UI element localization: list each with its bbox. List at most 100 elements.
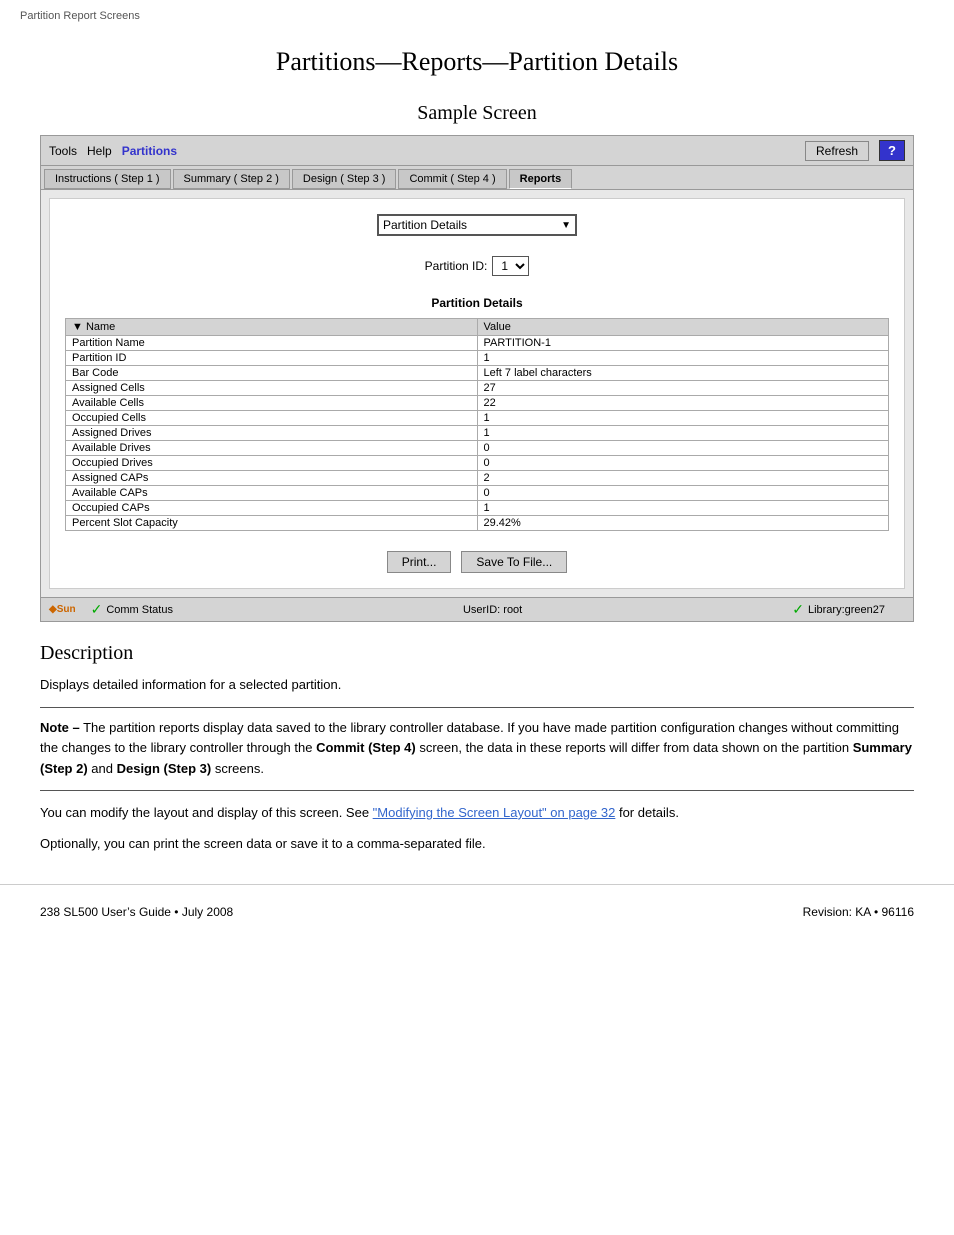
note-text-2: screen, the data in these reports will d… [416,740,853,755]
table-row: Available CAPs0 [66,486,889,501]
tab-commit[interactable]: Commit ( Step 4 ) [398,169,506,189]
note-end: screens. [211,761,264,776]
table-row: Bar CodeLeft 7 label characters [66,366,889,381]
modify-layout-link[interactable]: "Modifying the Screen Layout" on page 32 [373,805,616,820]
modify-end: for details. [615,805,679,820]
table-cell-value: 0 [477,441,889,456]
library-status: ✓ Library:green27 [792,601,885,618]
table-cell-value: 1 [477,411,889,426]
comm-status-icon: ✓ [91,601,103,618]
page-title: Partitions—Reports—Partition Details [0,47,954,77]
table-row: Partition NamePARTITION-1 [66,336,889,351]
tab-instructions[interactable]: Instructions ( Step 1 ) [44,169,171,189]
table-row: Available Cells22 [66,396,889,411]
print-button[interactable]: Print... [387,551,452,573]
breadcrumb: Partition Report Screens [0,0,954,27]
note-paragraph: Note – The partition reports display dat… [40,718,914,780]
tab-design[interactable]: Design ( Step 3 ) [292,169,397,189]
partition-id-row: Partition ID: 1 [65,256,889,276]
table-row: Occupied CAPs1 [66,501,889,516]
help-menu[interactable]: Help [87,144,112,158]
table-row: Assigned Drives1 [66,426,889,441]
details-table: ▼ Name Value Partition NamePARTITION-1Pa… [65,318,889,531]
description-section: Description Displays detailed informatio… [40,642,914,854]
table-cell-name: Available CAPs [66,486,478,501]
value-column-header[interactable]: Value [477,319,889,336]
optional-text: Optionally, you can print the screen dat… [40,834,914,854]
tab-summary[interactable]: Summary ( Step 2 ) [173,169,290,189]
refresh-button[interactable]: Refresh [805,141,869,161]
partition-id-select[interactable]: 1 [492,256,529,276]
commit-bold: Commit (Step 4) [316,740,416,755]
and-text: and [88,761,117,776]
footer-left: 238 SL500 User’s Guide • July 2008 [40,905,233,919]
table-cell-value: 29.42% [477,516,889,531]
table-cell-name: Occupied Cells [66,411,478,426]
description-text: Displays detailed information for a sele… [40,675,914,695]
tools-menu[interactable]: Tools [49,144,77,158]
table-row: Assigned Cells27 [66,381,889,396]
library-status-icon: ✓ [792,601,804,618]
dropdown-arrow-icon: ▼ [561,220,571,231]
table-cell-name: Occupied Drives [66,456,478,471]
table-row: Assigned CAPs2 [66,471,889,486]
table-row: Available Drives0 [66,441,889,456]
modify-text-paragraph: You can modify the layout and display of… [40,803,914,823]
footer-right: Revision: KA • 96116 [803,905,914,919]
sample-screen: Tools Help Partitions Refresh ? Instruct… [40,135,914,622]
description-title: Description [40,642,914,665]
toolbar: Tools Help Partitions Refresh ? [41,136,913,166]
table-row: Occupied Drives0 [66,456,889,471]
dropdown-value: Partition Details [383,218,467,232]
table-cell-name: Occupied CAPs [66,501,478,516]
name-header-label: Name [86,321,115,333]
table-row: Occupied Cells1 [66,411,889,426]
sort-arrow-icon: ▼ [72,321,83,333]
table-cell-value: 2 [477,471,889,486]
report-type-dropdown[interactable]: Partition Details ▼ [377,214,577,236]
table-cell-name: Assigned CAPs [66,471,478,486]
table-cell-value: 1 [477,351,889,366]
tabs-bar: Instructions ( Step 1 ) Summary ( Step 2… [41,166,913,190]
table-cell-value: PARTITION-1 [477,336,889,351]
partition-id-label: Partition ID: [425,259,488,273]
modify-text: You can modify the layout and display of… [40,805,373,820]
comm-status-label: Comm Status [106,604,173,616]
user-id-label: UserID: root [463,604,522,616]
sun-logo: ◆Sun [49,604,76,615]
buttons-row: Print... Save To File... [65,551,889,573]
table-cell-value: 0 [477,456,889,471]
page-footer: 238 SL500 User’s Guide • July 2008 Revis… [0,884,954,939]
note-box: Note – The partition reports display dat… [40,707,914,791]
table-cell-value: 1 [477,426,889,441]
table-cell-value: 22 [477,396,889,411]
table-cell-value: 1 [477,501,889,516]
name-column-header[interactable]: ▼ Name [66,319,478,336]
library-label: Library:green27 [808,604,885,616]
design-bold: Design (Step 3) [117,761,212,776]
partition-details-heading: Partition Details [65,296,889,310]
help-button[interactable]: ? [879,140,905,161]
table-cell-name: Bar Code [66,366,478,381]
dropdown-row: Partition Details ▼ [65,214,889,236]
table-row: Percent Slot Capacity29.42% [66,516,889,531]
table-cell-name: Partition ID [66,351,478,366]
comm-status: ✓ Comm Status [91,601,173,618]
table-cell-name: Assigned Drives [66,426,478,441]
value-header-label: Value [484,321,511,333]
status-bar: ◆Sun ✓ Comm Status UserID: root ✓ Librar… [41,597,913,621]
table-cell-name: Available Cells [66,396,478,411]
table-cell-value: 27 [477,381,889,396]
note-bold-label: Note – [40,720,80,735]
table-cell-name: Assigned Cells [66,381,478,396]
table-cell-name: Partition Name [66,336,478,351]
table-cell-name: Percent Slot Capacity [66,516,478,531]
sample-screen-title: Sample Screen [0,87,954,135]
table-cell-name: Available Drives [66,441,478,456]
table-row: Partition ID1 [66,351,889,366]
main-content: Partition Details ▼ Partition ID: 1 Part… [49,198,905,589]
tab-reports[interactable]: Reports [509,169,573,189]
table-cell-value: 0 [477,486,889,501]
partitions-menu[interactable]: Partitions [122,144,177,158]
save-to-file-button[interactable]: Save To File... [461,551,567,573]
